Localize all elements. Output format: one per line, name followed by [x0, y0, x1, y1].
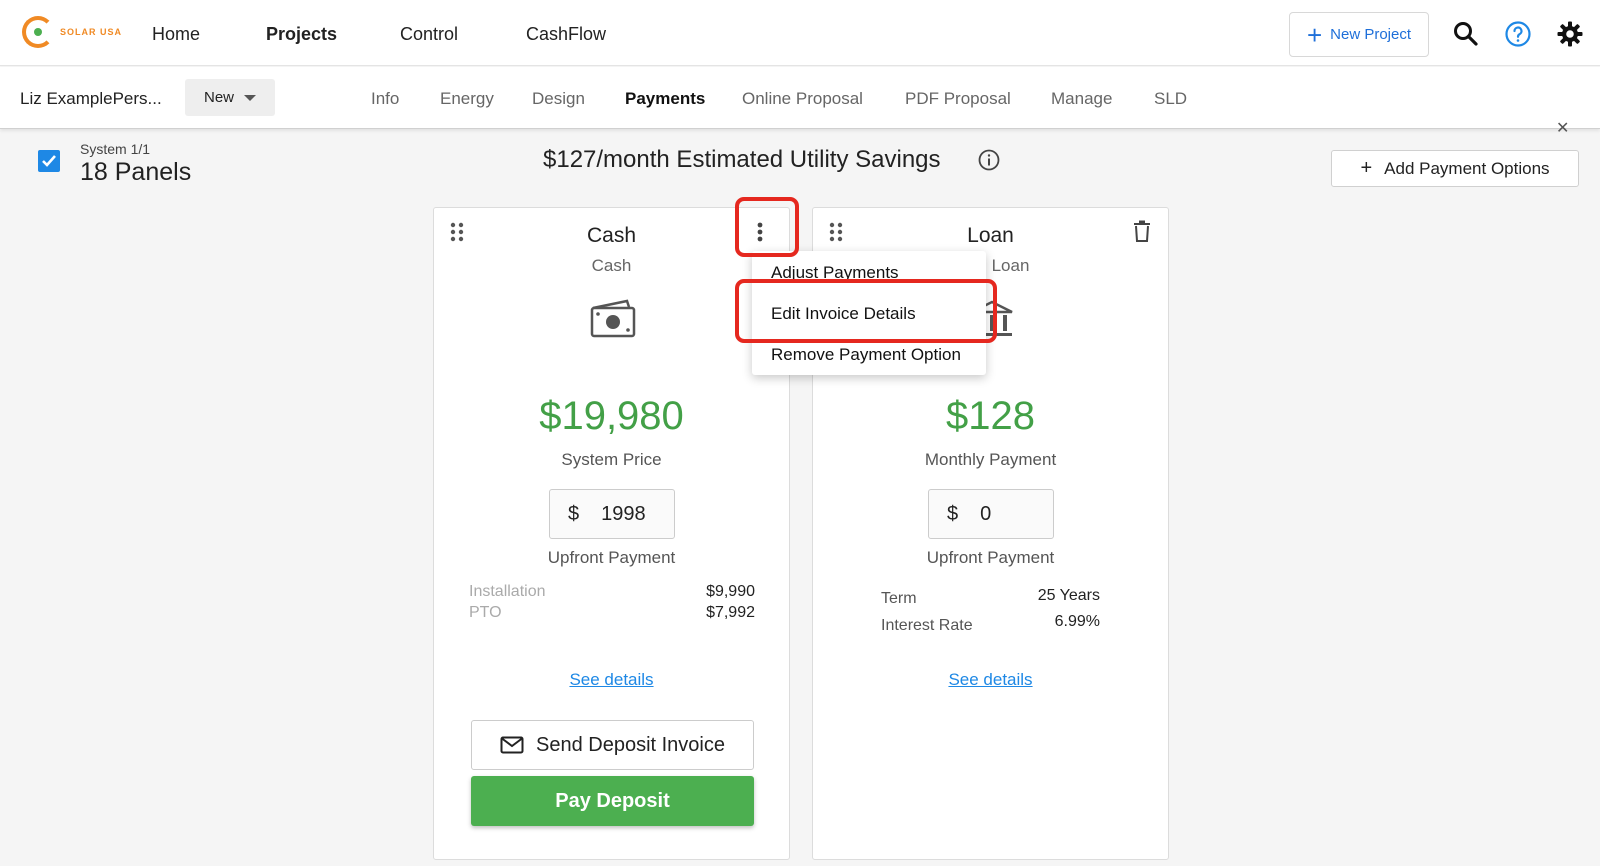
send-deposit-invoice-label: Send Deposit Invoice [535, 733, 725, 756]
currency-symbol: $ [947, 502, 959, 525]
status-select[interactable]: New [185, 79, 275, 116]
card-title: Loan [967, 224, 1014, 247]
detail-label-interest-rate: Interest Rate [881, 617, 973, 634]
detail-label-installation: Installation [469, 583, 546, 600]
detail-value-installation: $9,990 [706, 583, 755, 600]
send-deposit-invoice-button[interactable]: Send Deposit Invoice [471, 720, 754, 770]
highlight-edit-invoice-details [735, 279, 997, 343]
system-price-label: System Price [561, 450, 662, 469]
nav-item-projects[interactable]: Projects [266, 24, 337, 45]
tab-design[interactable]: Design [532, 89, 585, 109]
system-price: $19,980 [539, 394, 684, 438]
info-icon[interactable] [978, 149, 1000, 171]
new-project-label: New Project [1330, 26, 1412, 43]
detail-label-pto: PTO [469, 604, 502, 621]
nav-item-home[interactable]: Home [152, 24, 200, 45]
upfront-payment-input[interactable]: $ 1998 [549, 489, 675, 539]
caret-down-icon [244, 94, 256, 101]
logo-mark-icon [22, 16, 54, 48]
plus-icon: + [1360, 157, 1373, 179]
top-navigation: SOLAR USA Home Projects Control CashFlow… [0, 0, 1600, 66]
detail-value-term: 25 Years [1037, 587, 1100, 604]
close-icon[interactable]: ✕ [1556, 118, 1569, 138]
project-subnav: Liz ExamplePers... New Info Energy Desig… [0, 67, 1600, 129]
see-details-link[interactable]: See details [434, 670, 789, 690]
detail-value-pto: $7,992 [706, 604, 755, 621]
upfront-payment-input[interactable]: $ 0 [928, 489, 1054, 539]
gear-icon[interactable] [1556, 20, 1584, 48]
see-details-link[interactable]: See details [813, 670, 1168, 690]
estimated-savings: $127/month Estimated Utility Savings [543, 146, 941, 173]
detail-value-interest-rate: 6.99% [1054, 613, 1100, 630]
tab-online-proposal[interactable]: Online Proposal [742, 89, 863, 109]
tab-info[interactable]: Info [371, 89, 399, 109]
nav-item-cashflow[interactable]: CashFlow [526, 24, 606, 45]
cash-icon [590, 299, 636, 338]
logo-text: SOLAR USA [60, 27, 123, 37]
currency-symbol: $ [568, 502, 580, 525]
mail-icon [500, 736, 524, 754]
customer-name[interactable]: Liz ExamplePers... [20, 89, 162, 109]
tab-sld[interactable]: SLD [1154, 89, 1187, 109]
help-icon[interactable] [1504, 20, 1532, 48]
trash-icon[interactable] [1133, 220, 1151, 242]
highlight-more-options [735, 197, 799, 257]
card-subtitle: Cash [591, 256, 632, 275]
status-value: New [203, 89, 234, 106]
new-project-button[interactable]: + New Project [1289, 12, 1429, 57]
add-payment-options-label: Add Payment Options [1384, 158, 1550, 178]
search-icon[interactable] [1452, 20, 1480, 48]
system-checkbox[interactable] [38, 150, 60, 172]
tab-manage[interactable]: Manage [1051, 89, 1112, 109]
detail-label-term: Term [881, 590, 917, 607]
plus-icon: + [1306, 19, 1323, 50]
upfront-payment-label: Upfront Payment [926, 548, 1055, 567]
checkmark-icon [42, 155, 56, 167]
system-panels: 18 Panels [80, 158, 192, 186]
upfront-payment-label: Upfront Payment [547, 548, 676, 567]
menu-item-remove-payment-option[interactable]: Remove Payment Option [771, 345, 961, 365]
system-label: System 1/1 [80, 141, 151, 157]
tab-payments[interactable]: Payments [625, 89, 705, 109]
pay-deposit-button[interactable]: Pay Deposit [471, 776, 754, 826]
upfront-payment-value: 0 [980, 502, 992, 525]
monthly-payment: $128 [946, 394, 1035, 438]
tab-pdf-proposal[interactable]: PDF Proposal [905, 89, 1011, 109]
add-payment-options-button[interactable]: + Add Payment Options [1331, 150, 1579, 187]
nav-item-control[interactable]: Control [400, 24, 458, 45]
monthly-payment-label: Monthly Payment [924, 450, 1057, 469]
tab-energy[interactable]: Energy [440, 89, 494, 109]
upfront-payment-value: 1998 [601, 502, 646, 525]
solar-usa-logo[interactable]: SOLAR USA [22, 16, 122, 48]
